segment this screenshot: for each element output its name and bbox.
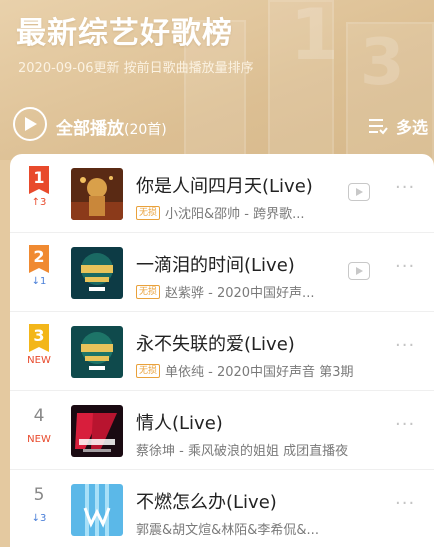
rank-column: 5 ↓3 (24, 482, 54, 524)
artist-album: 赵紫骅 - 2020中国好声... (165, 286, 315, 301)
video-icon[interactable] (348, 183, 370, 201)
rank-column: 4 NEW (24, 403, 54, 445)
song-row[interactable]: 1 ↑3 你是人间四月天(Live) 无损 小沈阳&邵帅 - 跨界歌... ··… (10, 154, 434, 233)
lossless-badge: 无损 (136, 363, 161, 378)
artist-line: 无损 小沈阳&邵帅 - 跨界歌... (136, 203, 305, 222)
page-title: 最新综艺好歌榜 (16, 16, 233, 51)
rank-number: 5 (33, 485, 45, 505)
rank-column: 2 ↓1 (24, 245, 54, 287)
rank-flag: 2 (29, 245, 49, 273)
song-list: 1 ↑3 你是人间四月天(Live) 无损 小沈阳&邵帅 - 跨界歌... ··… (10, 154, 434, 547)
lossless-badge: 无损 (136, 205, 161, 220)
rank-column: 3 NEW (24, 324, 54, 366)
song-title: 一滴泪的时间(Live) (136, 255, 295, 276)
song-title: 你是人间四月天(Live) (136, 176, 313, 197)
album-cover[interactable] (71, 247, 123, 299)
decor-number: 3 (360, 26, 405, 100)
rank-column: 1 ↑3 (24, 166, 54, 208)
song-row[interactable]: 2 ↓1 一滴泪的时间(Live) 无损 赵紫骅 - 2020中国好声... ·… (10, 233, 434, 312)
rank-flag: 1 (29, 166, 49, 194)
play-all-text: 全部播放 (56, 119, 124, 139)
album-cover[interactable] (71, 405, 123, 457)
lossless-badge: 无损 (136, 284, 161, 299)
artist-album: 郭震&胡文煊&林陌&李希侃&... (136, 523, 319, 538)
song-count: (20首) (124, 122, 167, 138)
multi-select-label: 多选 (395, 118, 428, 137)
artist-album: 蔡徐坤 - 乘风破浪的姐姐 成团直播夜 (136, 444, 349, 459)
play-icon (25, 117, 37, 131)
more-options-icon[interactable]: ··· (395, 179, 415, 197)
album-cover[interactable] (71, 484, 123, 536)
artist-album: 单依纯 - 2020中国好声音 第3期 (165, 365, 354, 380)
multi-select-button[interactable]: 多选 (368, 114, 428, 138)
more-options-icon[interactable]: ··· (395, 416, 415, 434)
artist-line: 无损 单依纯 - 2020中国好声音 第3期 (136, 361, 353, 380)
decor-number: 1 (290, 0, 339, 76)
artist-line: 蔡徐坤 - 乘风破浪的姐姐 成团直播夜 (136, 440, 348, 459)
artist-line: 无损 赵紫骅 - 2020中国好声... (136, 282, 314, 301)
trend-indicator: NEW (27, 355, 51, 366)
song-title: 不燃怎么办(Live) (136, 492, 277, 513)
video-icon[interactable] (348, 262, 370, 280)
more-options-icon[interactable]: ··· (395, 258, 415, 276)
update-subtitle: 2020-09-06更新 按前日歌曲播放量排序 (18, 61, 254, 76)
album-cover[interactable] (71, 326, 123, 378)
trend-indicator: ↑3 (31, 197, 47, 208)
trend-indicator: ↓3 (31, 513, 47, 524)
rank-number: 4 (33, 406, 45, 426)
artist-line: 郭震&胡文煊&林陌&李希侃&... (136, 519, 319, 538)
song-title: 情人(Live) (136, 413, 223, 434)
play-all-button[interactable] (13, 107, 47, 141)
play-all-label[interactable]: 全部播放(20首) (56, 114, 167, 139)
more-options-icon[interactable]: ··· (395, 495, 415, 513)
song-row[interactable]: 4 NEW 情人(Live) 蔡徐坤 - 乘风破浪的姐姐 成团直播夜 ··· (10, 391, 434, 470)
trend-indicator: ↓1 (31, 276, 47, 287)
song-title: 永不失联的爱(Live) (136, 334, 295, 355)
song-row[interactable]: 5 ↓3 不燃怎么办(Live) 郭震&胡文煊&林陌&李希侃&... ··· (10, 470, 434, 547)
album-cover[interactable] (71, 168, 123, 220)
more-options-icon[interactable]: ··· (395, 337, 415, 355)
rank-flag: 3 (29, 324, 49, 352)
list-check-icon (368, 119, 388, 135)
trend-indicator: NEW (27, 434, 51, 445)
song-row[interactable]: 3 NEW 永不失联的爱(Live) 无损 单依纯 - 2020中国好声音 第3… (10, 312, 434, 391)
play-all-bar: 全部播放(20首) 多选 (0, 106, 434, 144)
artist-album: 小沈阳&邵帅 - 跨界歌... (165, 207, 305, 222)
